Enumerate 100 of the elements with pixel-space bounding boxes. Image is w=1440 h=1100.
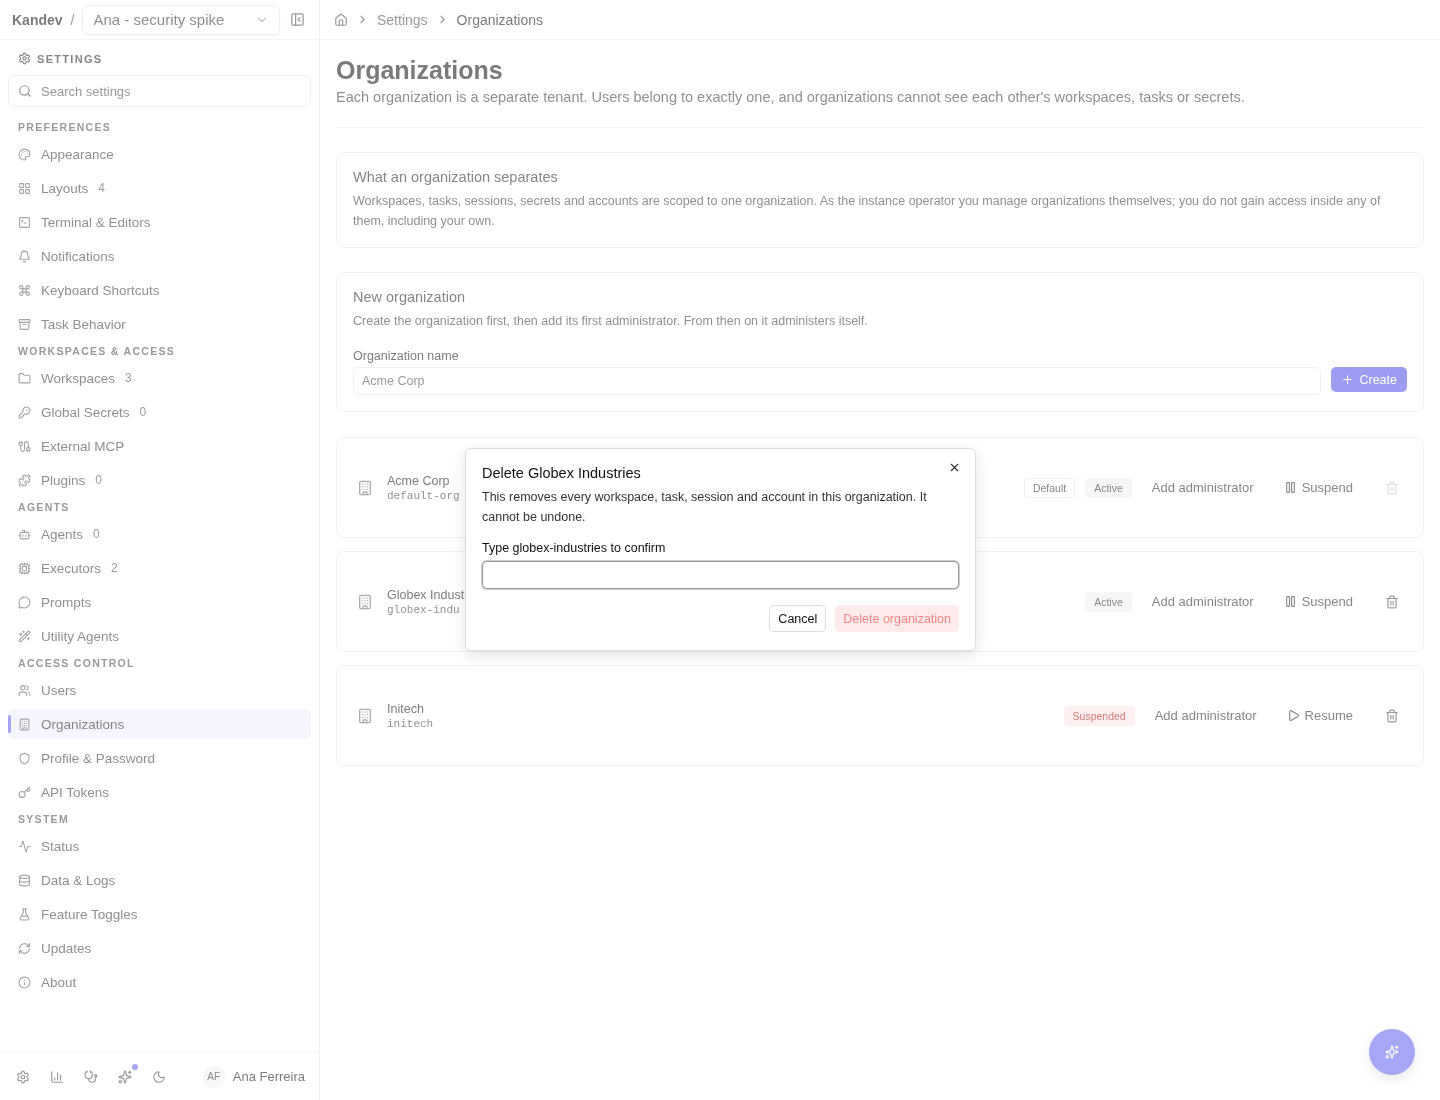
sidebar-item[interactable]: Updates bbox=[8, 933, 311, 963]
organization-name: Globex Indust bbox=[387, 587, 465, 602]
dialog-title: Delete Globex Industries bbox=[482, 465, 641, 481]
sidebar-item[interactable]: External MCP bbox=[8, 431, 311, 461]
plus-icon bbox=[1341, 373, 1355, 386]
settings-icon bbox=[18, 52, 31, 65]
key-icon bbox=[18, 405, 31, 419]
suspend-button[interactable]: Suspend bbox=[1273, 590, 1363, 613]
workspace-select[interactable]: Ana - security spike bbox=[82, 4, 280, 35]
sidebar-item[interactable]: Data & Logs bbox=[8, 865, 311, 895]
resume-button[interactable]: Resume bbox=[1276, 704, 1363, 727]
settings-heading: SETTINGS bbox=[37, 52, 103, 65]
status-badge: Default bbox=[1023, 477, 1076, 498]
close-icon[interactable] bbox=[948, 461, 961, 474]
organization-name: Acme Corp bbox=[387, 473, 451, 488]
grid-icon bbox=[18, 181, 31, 195]
add-administrator-button[interactable]: Add administrator bbox=[1141, 590, 1264, 613]
command-icon bbox=[18, 283, 31, 297]
building-icon bbox=[357, 707, 373, 724]
suspend-button[interactable]: Suspend bbox=[1273, 476, 1363, 499]
dialog-message: This removes every workspace, task, session and account in this organization. It cannot be undone. bbox=[482, 489, 928, 526]
section-heading: SYSTEM bbox=[17, 812, 70, 827]
status-badge: Active bbox=[1085, 477, 1132, 498]
key-icon bbox=[18, 785, 31, 799]
terminal-icon bbox=[18, 215, 31, 229]
search-icon bbox=[18, 84, 32, 98]
plug-icon bbox=[18, 439, 31, 453]
bell-icon bbox=[18, 249, 31, 263]
sidebar-item[interactable]: Terminal & Editors bbox=[8, 207, 311, 237]
organization-name: Initech bbox=[387, 701, 425, 716]
card-description: Workspaces, tasks, sessions, secrets and accounts are scoped to one organization. As the instance operator you manage organizations themselves; you do not gain access inside any of them, including your own. bbox=[353, 193, 1382, 230]
card-title: What an organization separates bbox=[353, 169, 559, 185]
search-field[interactable]: Search settings bbox=[8, 75, 311, 107]
section-heading: WORKSPACES & ACCESS bbox=[17, 344, 177, 359]
sidebar-item[interactable]: API Tokens bbox=[8, 777, 311, 807]
sidebar-item[interactable]: Notifications bbox=[8, 241, 311, 271]
organization-slug: initech bbox=[387, 717, 434, 730]
building-icon bbox=[18, 717, 31, 731]
organization-name-field[interactable]: Acme Corp bbox=[353, 367, 1322, 395]
collapse-sidebar-icon[interactable] bbox=[288, 10, 307, 29]
section-heading: PREFERENCES bbox=[17, 120, 113, 135]
play-icon bbox=[1286, 709, 1300, 722]
sparkles-icon bbox=[1385, 1045, 1399, 1059]
pulse-icon bbox=[18, 839, 31, 853]
add-administrator-button[interactable]: Add administrator bbox=[1141, 476, 1264, 499]
sidebar-item[interactable]: Plugins 0 bbox=[8, 465, 311, 495]
palette-icon bbox=[18, 147, 31, 161]
puzzle-icon bbox=[18, 473, 31, 487]
sidebar-item[interactable]: Global Secrets 0 bbox=[8, 397, 311, 427]
folder-icon bbox=[18, 371, 31, 385]
building-icon bbox=[357, 479, 373, 496]
create-button[interactable]: Create bbox=[1331, 367, 1407, 392]
sidebar-item[interactable]: Layouts 4 bbox=[8, 173, 311, 203]
magic-wand-icon bbox=[18, 629, 31, 643]
status-badge: Active bbox=[1085, 591, 1132, 612]
pause-icon bbox=[1283, 481, 1297, 494]
sidebar-item[interactable]: Agents 0 bbox=[8, 519, 311, 549]
page-subtitle: Each organization is a separate tenant. Users belong to exactly one, and organizations cannot see each other's workspaces, tasks or secrets. bbox=[336, 89, 1246, 105]
archive-icon bbox=[18, 317, 31, 331]
sidebar-item[interactable]: Utility Agents bbox=[8, 621, 311, 651]
section-heading: ACCESS CONTROL bbox=[17, 656, 136, 671]
sidebar-item[interactable]: Workspaces 3 bbox=[8, 363, 311, 393]
sidebar-item[interactable]: About bbox=[8, 967, 311, 997]
building-icon bbox=[357, 593, 373, 610]
refresh-icon bbox=[18, 941, 31, 955]
page-title: Organizations bbox=[336, 56, 504, 85]
sidebar-item[interactable]: Status bbox=[8, 831, 311, 861]
sidebar-item[interactable]: Task Behavior bbox=[8, 309, 311, 339]
card-description: Create the organization first, then add its first administrator. From then on it administers itself. bbox=[353, 313, 869, 330]
sidebar-item[interactable]: Organizations bbox=[8, 709, 311, 739]
card-title: New organization bbox=[353, 289, 467, 305]
status-badge: Suspended bbox=[1063, 705, 1135, 726]
sidebar-item[interactable]: Prompts bbox=[8, 587, 311, 617]
sidebar-item[interactable]: Users bbox=[8, 675, 311, 705]
chat-bubble-icon bbox=[18, 595, 31, 609]
sidebar-item[interactable]: Keyboard Shortcuts bbox=[8, 275, 311, 305]
sidebar-item[interactable]: Profile & Password bbox=[8, 743, 311, 773]
breadcrumb-link[interactable]: Settings bbox=[377, 11, 428, 28]
chip-icon bbox=[18, 561, 31, 575]
organization-slug: default-org bbox=[387, 489, 460, 502]
breadcrumb-separator: / bbox=[70, 11, 75, 28]
brand-name: Kandev bbox=[12, 11, 63, 28]
field-label: Organization name bbox=[353, 349, 460, 363]
users-icon bbox=[18, 683, 31, 697]
confirm-field[interactable] bbox=[482, 561, 959, 589]
sidebar-item[interactable]: Feature Toggles bbox=[8, 899, 311, 929]
sidebar-item[interactable]: Appearance bbox=[8, 139, 311, 169]
home-icon[interactable] bbox=[334, 12, 348, 27]
robot-icon bbox=[18, 527, 31, 541]
flask-icon bbox=[18, 907, 31, 921]
cancel-button[interactable]: Cancel bbox=[769, 605, 827, 632]
section-heading: AGENTS bbox=[17, 500, 71, 515]
sidebar-item[interactable]: Executors 2 bbox=[8, 553, 311, 583]
add-administrator-button[interactable]: Add administrator bbox=[1144, 704, 1267, 727]
user-avatar[interactable]: AF bbox=[202, 1065, 225, 1088]
breadcrumb-link[interactable]: Organizations bbox=[456, 11, 543, 28]
field-label: Type globex-industries to confirm bbox=[482, 541, 667, 555]
assistant-button[interactable] bbox=[1369, 1029, 1415, 1075]
shield-icon bbox=[18, 751, 31, 765]
user-name: Ana Ferreira bbox=[232, 1069, 305, 1084]
